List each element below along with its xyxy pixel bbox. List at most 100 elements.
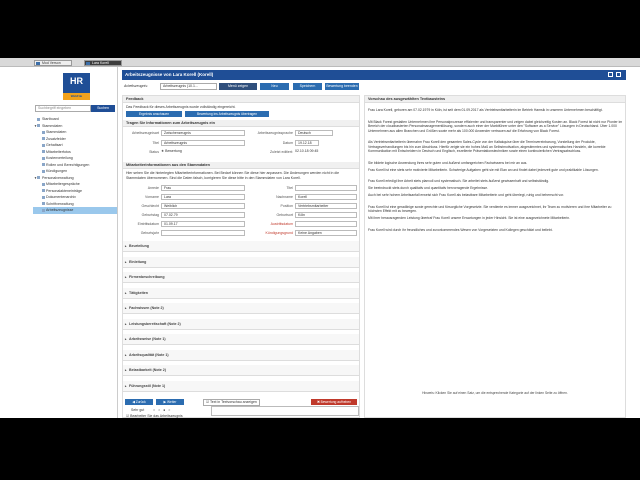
employee-field[interactable]: 01.09.17 [161,221,245,227]
chevron-right-icon: ▸ [125,321,127,326]
notes-textarea[interactable] [211,406,359,416]
accordion-label: Fachwissen (Note 2) [129,306,164,310]
settings-icon[interactable] [608,72,613,77]
employee-label: Geschlecht [141,204,159,208]
preview-sentence[interactable]: Sie bildete logische Anwendung ihres seh… [368,161,623,166]
employee-field[interactable]: Frau [161,185,245,191]
page-icon [42,202,45,206]
tab-main-version[interactable]: Mod Verson [34,60,72,66]
chevron-right-icon: ▸ [125,352,127,357]
sidebar-item-label: Kostenverteilung [46,156,73,160]
cancel-rating-button[interactable]: ✖ Bewertung aufheben [311,399,357,405]
tab-lara-korell[interactable]: Lara Korell [84,60,122,66]
new-button[interactable]: Neu [260,83,289,90]
accordion-section[interactable]: ▸ Beurteilung [123,241,359,252]
search-button[interactable]: Suchen [91,105,115,112]
search-input[interactable]: Suchbegriff eingeben [35,105,91,112]
date-input[interactable]: 19.12.18 [295,140,319,146]
accordion-section[interactable]: ▸ Arbeitsweise (Note 1) [123,334,359,345]
employee-field[interactable] [295,221,357,227]
editor-panel: Feedback Das Feedback für dieses Arbeits… [122,95,360,418]
rating-radios[interactable]: ○ ○ ● ○ [153,408,171,413]
accordion-section[interactable]: ▸ Fachwissen (Note 2) [123,303,359,314]
sidebar-item-label: Personalakteneinträge [46,188,82,193]
accordion-label: Arbeitsweise (Note 1) [129,337,166,341]
employee-field[interactable]: Vertriebsmitarbeiter [295,203,357,209]
page-icon [42,163,45,167]
page-icon [42,195,45,199]
accordion-section[interactable]: ▸ Arbeitsqualität (Note 1) [123,349,359,361]
title-input[interactable]: Arbeitszeugnis [161,140,245,146]
main-area: Arbeitszeugnisse von Lara Korell (Korell… [122,70,626,418]
type-select[interactable]: Zwischenzeugnis [161,130,245,136]
accordion-label: Belastbarkeit (Note 2) [129,368,166,372]
page-icon [42,156,45,160]
accordion-label: Führungsstil (Note 1) [129,383,166,388]
date-label: Datum [282,141,293,145]
feedback-header: Feedback [123,96,359,103]
rating-label: Sehr gut [131,408,145,412]
menu-button[interactable]: Menü zeigen [219,83,257,90]
accordion-section[interactable]: ▸ Leistungsbereitschaft (Note 2) [123,318,359,330]
preview-checkbox[interactable]: ☑ Text in Textvorschau anzeigen [203,399,260,406]
sidebar-item-label: Personalverwaltung [42,175,74,180]
preview-sentence[interactable]: Mit ihrer herausragenden Leistung übertr… [368,216,623,221]
language-select[interactable]: Deutsch [295,130,333,136]
employee-field[interactable] [295,185,357,191]
sidebar: HR WebFile Suchbegriff eingeben Suchen St… [0,67,118,418]
view-result-button[interactable]: Ergebnis anschauen [126,111,182,117]
accordion-section[interactable]: ▸ Führungsstil (Note 1) [123,380,359,392]
transfer-rating-button[interactable]: Bewertung ins Arbeitszeugnis übertragen [185,111,269,117]
employee-label: Nachname [276,195,293,199]
preview-sentence[interactable]: Auch bei sehr hohem Arbeitsanfall erweis… [368,193,623,198]
type-label: Arbeitszeugnisart [131,131,159,135]
employee-field[interactable]: Keine Angaben [295,230,357,236]
accordion-section[interactable]: ▸ Belastbarkeit (Note 2) [123,365,359,376]
close-icon[interactable] [616,72,621,77]
chevron-right-icon: ▸ [125,337,127,341]
sidebar-item-label: Gehaltsart [46,143,63,147]
status-value: ★ Bewertung [161,149,182,153]
page-icon [42,169,45,173]
preview-sentence[interactable]: Sie beeindruckt stets durch qualitativ u… [368,186,623,191]
employee-field[interactable]: Köln [295,212,357,218]
language-label: Arbeitszeugnissprache [257,131,293,135]
employee-field[interactable]: Lara [161,194,245,200]
employee-field[interactable]: 07.02.79 [161,212,245,218]
preview-sentence[interactable]: Frau Korell ist eine stets sehr motivier… [368,168,623,173]
employee-field[interactable] [161,230,245,236]
employee-label: Titel [286,186,293,190]
preview-sentence[interactable]: Als Vertriebsmitarbeiterin übernahm Frau… [368,140,623,154]
back-button[interactable]: ◀ Zurück [125,399,153,405]
accordion-label: Leistungsbereitschaft (Note 2) [129,321,181,326]
employee-field[interactable]: Weiblich [161,203,245,209]
preview-sentence[interactable]: Frau Korell erledigt ihre Arbeit stets p… [368,179,623,184]
preview-sentence[interactable]: Frau Korell wird durch ihr freundliches … [368,228,623,233]
toolbar-label: Arbeitszeugnis: [124,84,148,88]
employee-label: Anrede [147,186,159,190]
employee-label: Geburtstag [141,213,159,217]
sidebar-nav: Startboard ▼ Stammdaten Stammdaten Zusatzfel… [33,116,117,214]
page-icon [42,143,45,147]
sidebar-item-label: Zusatzfelder [46,136,66,141]
sidebar-item[interactable]: Arbeitszeugnisse [33,207,117,214]
employee-header: Mitarbeiterinformationen aus den Stammda… [123,162,359,169]
accordion-label: Einleitung [129,259,147,264]
preview-hint: Hinweis: Klicken Sie auf einen Satz, um … [422,391,568,395]
save-button[interactable]: Speichern [293,83,322,90]
preview-sentence[interactable]: Frau Lara Korell, geboren am 07.02.1979 … [368,108,623,113]
certificate-select[interactable]: Arbeitszeugnis (10.1... [160,83,217,90]
preview-panel: Vorschau des ausgewählten Textbausteins … [364,95,626,418]
finish-rating-button[interactable]: Bewertung beenden [325,83,359,90]
next-button[interactable]: ▶ Weiter [156,399,184,405]
accordion-section[interactable]: ▸ Tätigkeiten [123,287,359,299]
accordion-section[interactable]: ▸ Firmenbeschreibung [123,272,359,283]
preview-sentence[interactable]: Frau Korell ist eine geradlinige sowie g… [368,205,623,214]
page-icon [42,130,45,134]
status-label: Status [149,150,159,154]
employee-field[interactable]: Korell [295,194,357,200]
bottom-bar: ◀ Zurück ▶ Weiter ☑ Text in Textvorschau… [123,398,359,406]
accordion-section[interactable]: ▸ Einleitung [123,256,359,268]
preview-sentence[interactable]: Mit Black Forest gestalten Unternehmen i… [368,120,623,134]
edited-label: Zuletzt editiert: [270,150,293,154]
